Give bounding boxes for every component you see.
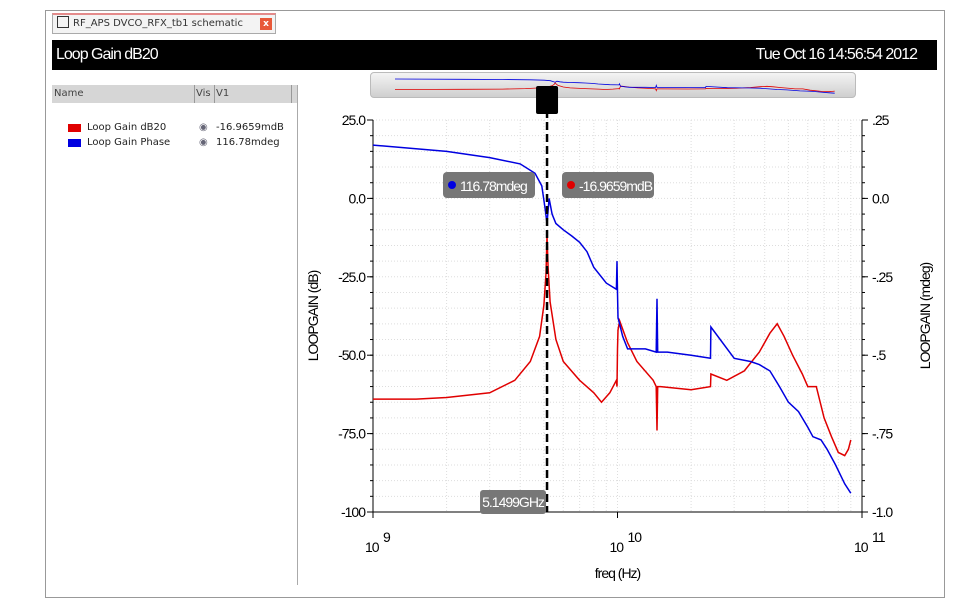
series-loop-gain-db20 (373, 235, 852, 457)
y-tick-label: 25.0 (342, 112, 366, 128)
x-axis-label: freq (Hz) (595, 565, 641, 581)
marker-name: V1 (539, 94, 555, 110)
x-tick-exponent: 9 (383, 529, 391, 545)
y2-tick-label: -.25 (872, 269, 893, 285)
x-tick-label: 10 (610, 539, 625, 555)
loop-gain-chart: 25.0 0.0 -25.0 -50.0 -75.0 -100 .25 0.0 -.25 -.5 -… (305, 78, 933, 581)
y-tick-label: -25.0 (338, 269, 366, 285)
overview-series (395, 81, 835, 93)
gain-readout: -16.9659mdB (579, 178, 653, 194)
y2-tick-label: -.5 (872, 347, 887, 363)
y-tick-label: 0.0 (349, 190, 367, 206)
x-tick-label: 10 (854, 539, 869, 555)
gain-dot (567, 181, 575, 189)
y2-tick-label: -.75 (872, 426, 893, 442)
app-window: RF_APS DVCO_RFX_tb1 schematic x Loop Gai… (0, 0, 958, 603)
y2-tick-label: 0.0 (872, 190, 890, 206)
y2-tick-label: .25 (872, 112, 890, 128)
x-tick-exponent: 10 (628, 529, 643, 545)
x-tick-label: 10 (365, 539, 380, 555)
x-tick-exponent: 11 (872, 529, 886, 545)
phase-readout: 116.78mdeg (460, 178, 527, 194)
marker-x-label: 5.1499GHz (482, 494, 545, 510)
phase-dot (448, 181, 456, 189)
y2-tick-label: -1.0 (872, 504, 893, 520)
y2-axis-label: LOOPGAIN (mdeg) (917, 262, 933, 369)
y-tick-label: -50.0 (338, 347, 366, 363)
y-axis-label: LOOPGAIN (dB) (305, 270, 321, 361)
y-tick-label: -100 (341, 504, 366, 520)
y-tick-label: -75.0 (338, 426, 366, 442)
